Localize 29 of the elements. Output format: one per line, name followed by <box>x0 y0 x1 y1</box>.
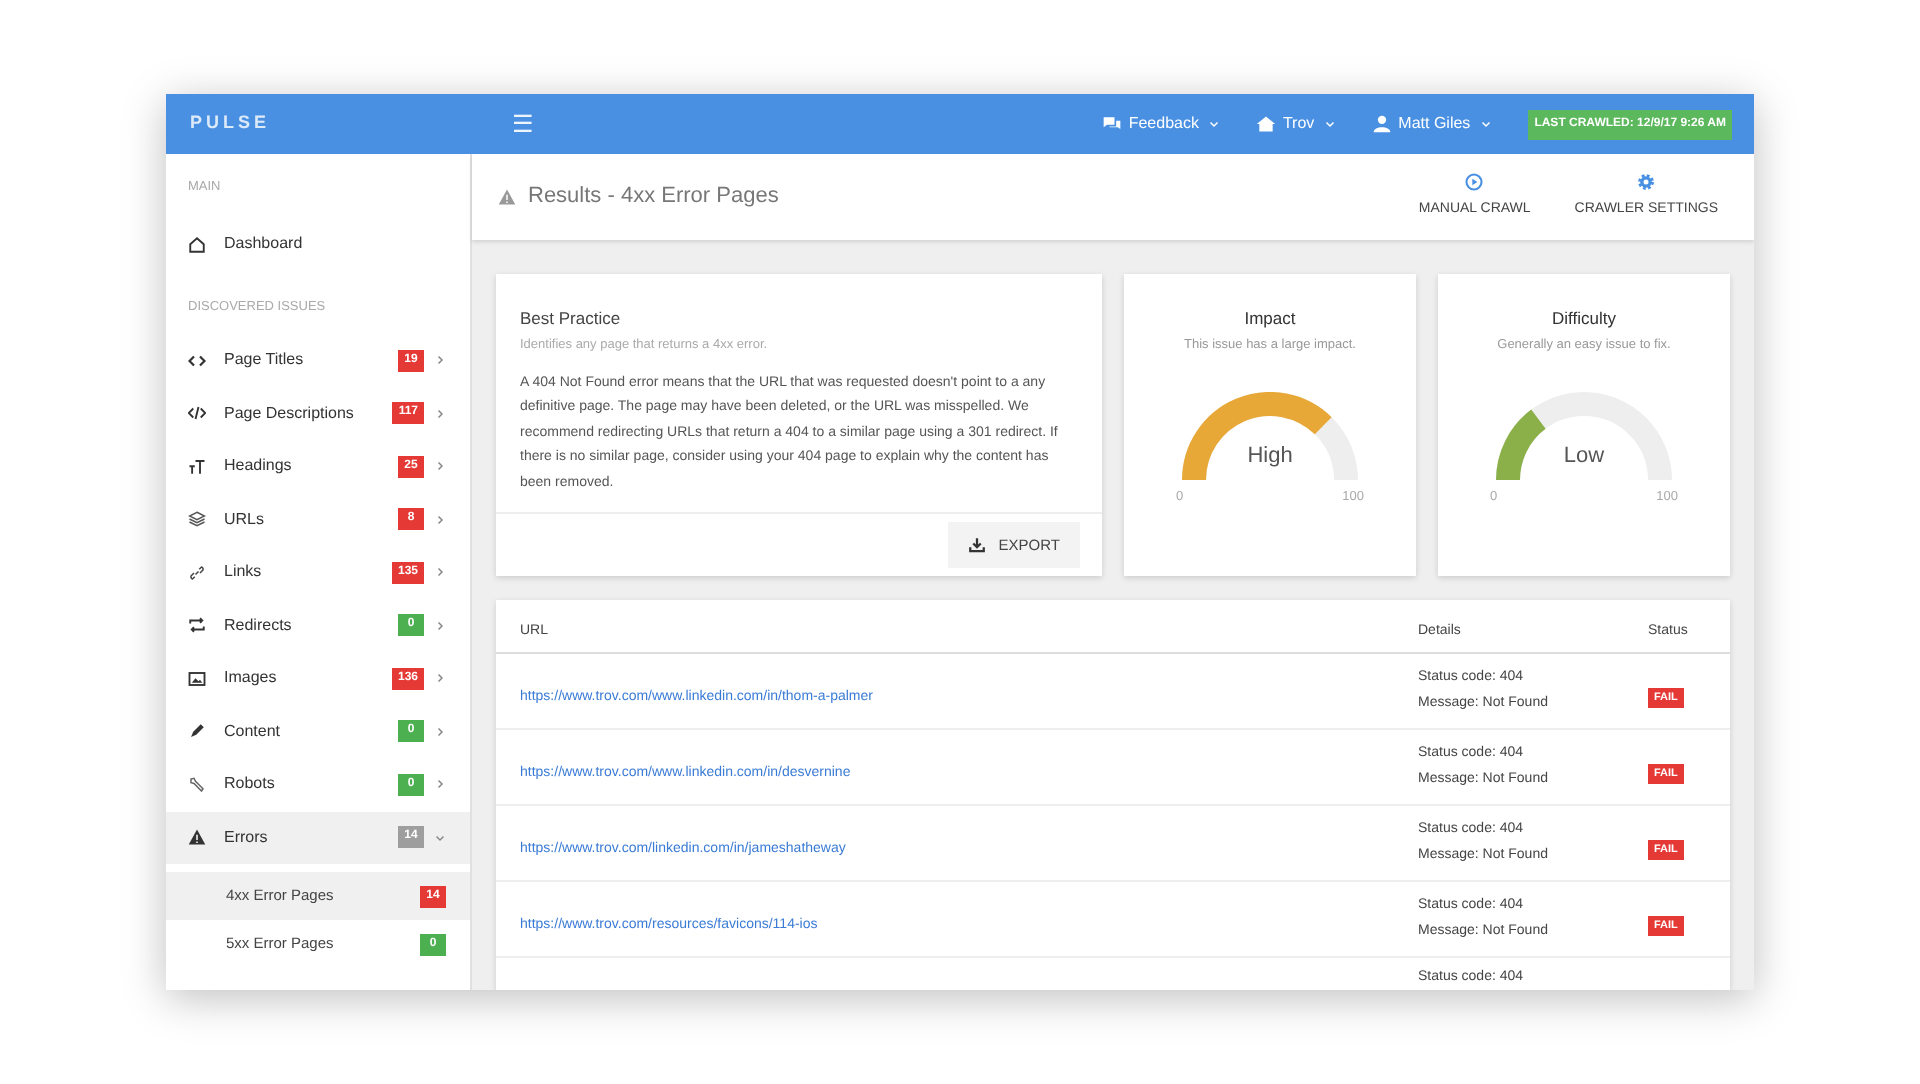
card-title: Impact <box>1244 306 1296 332</box>
gauge-value: High <box>1245 441 1295 471</box>
gauge-value: Low <box>1561 441 1607 471</box>
text-size-icon <box>188 457 206 476</box>
settings-icon <box>1636 172 1657 193</box>
card-title: Difficulty <box>1552 306 1616 332</box>
play-circle-icon <box>1464 172 1485 193</box>
wrench-icon <box>188 775 206 794</box>
user-icon <box>1372 114 1393 134</box>
house-icon <box>1256 114 1277 134</box>
logo: PULSE <box>188 110 273 137</box>
chevron-down-icon <box>1208 118 1221 130</box>
code-icon <box>188 404 206 423</box>
warning-icon <box>498 188 516 206</box>
home-icon <box>188 235 206 253</box>
chat-bubbles-icon <box>1102 114 1123 134</box>
link-icon <box>188 563 206 582</box>
code-icon <box>188 351 206 370</box>
chevron-down-icon <box>1480 118 1493 130</box>
sidebar-item[interactable]: Dashboard <box>166 217 470 271</box>
chevron-down-icon <box>1324 118 1337 130</box>
page-title: Results - 4xx Error Pages <box>528 182 779 213</box>
image-icon <box>188 669 206 688</box>
pen-icon <box>188 722 206 741</box>
repeat-arrows-icon <box>188 616 206 635</box>
layers-icon <box>188 510 206 529</box>
warning-icon <box>188 828 206 847</box>
card-title: Best Practice <box>520 306 623 332</box>
download-icon <box>968 536 987 554</box>
